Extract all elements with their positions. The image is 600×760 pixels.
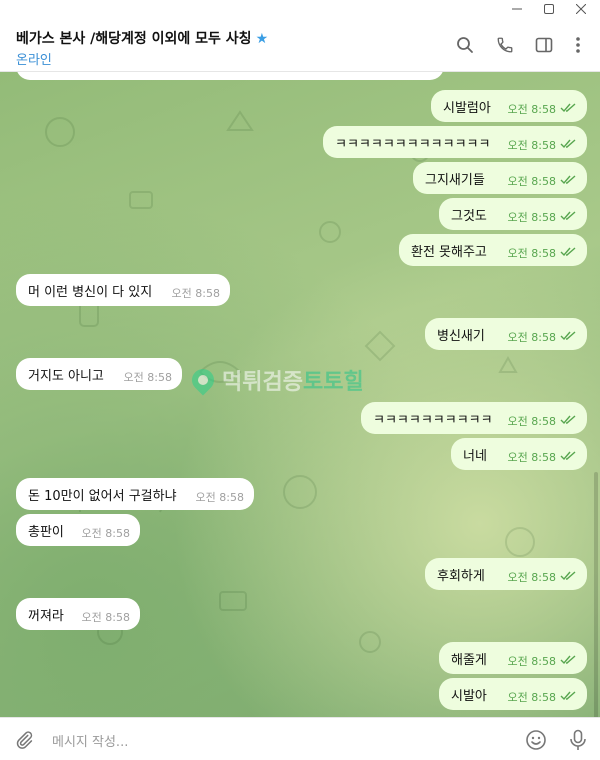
- outgoing-message[interactable]: 해줄게 오전 8:58: [439, 642, 587, 674]
- message-time: 오전 8:58: [123, 371, 172, 384]
- read-double-check-icon: [560, 414, 577, 429]
- message-text: 머 이런 병신이 다 있지: [28, 284, 153, 300]
- incoming-message[interactable]: 돈 10만이 없어서 구걸하냐 오전 8:58: [16, 478, 254, 510]
- more-menu-icon[interactable]: [567, 34, 589, 56]
- message-text: 거지도 아니고: [28, 368, 104, 384]
- outgoing-message[interactable]: 병신새기 오전 8:58: [425, 318, 587, 350]
- outgoing-message[interactable]: 환전 못해주고 오전 8:58: [399, 234, 587, 266]
- message-text: 그지새기들: [425, 172, 485, 188]
- maximize-icon[interactable]: [534, 0, 564, 18]
- message-time: 오전 8:58: [507, 211, 556, 224]
- microphone-icon[interactable]: [566, 728, 590, 752]
- message-composer: 메시지 작성...: [0, 717, 600, 760]
- chat-header: 베가스 본사 /해당계정 이외에 모두 사칭 ★ 온라인: [0, 18, 600, 72]
- message-time: 오전 8:58: [507, 691, 556, 704]
- read-double-check-icon: [560, 174, 577, 189]
- online-status: 온라인: [16, 53, 52, 68]
- message-text: 시발럼아: [443, 100, 491, 116]
- phone-icon[interactable]: [494, 34, 516, 56]
- message-list[interactable]: 시발럼아 오전 8:58 ㅋㅋㅋㅋㅋㅋㅋㅋㅋㅋㅋㅋㅋ 오전 8:58 그지새기들 오전 8…: [0, 72, 600, 717]
- attach-icon[interactable]: [12, 728, 36, 752]
- message-time: 오전 8:58: [507, 451, 556, 464]
- read-double-check-icon: [560, 450, 577, 465]
- incoming-message[interactable]: 거지도 아니고 오전 8:58: [16, 358, 182, 390]
- outgoing-message[interactable]: 후회하게 오전 8:58: [425, 558, 587, 590]
- message-text: 꺼져라: [28, 608, 64, 624]
- message-time: 오전 8:58: [507, 139, 556, 152]
- outgoing-message[interactable]: 시발아 오전 8:58: [439, 678, 587, 710]
- message-time: 오전 8:58: [507, 175, 556, 188]
- read-double-check-icon: [560, 138, 577, 153]
- outgoing-message[interactable]: 시발럼아 오전 8:58: [431, 90, 587, 122]
- outgoing-message[interactable]: 그지새기들 오전 8:58: [413, 162, 587, 194]
- message-text: 해줄게: [451, 652, 487, 668]
- message-time: 오전 8:58: [507, 571, 556, 584]
- incoming-message[interactable]: 총판이 오전 8:58: [16, 514, 140, 546]
- read-double-check-icon: [560, 570, 577, 585]
- window-titlebar: [0, 0, 600, 18]
- message-text: ㅋㅋㅋㅋㅋㅋㅋㅋㅋㅋ: [373, 412, 493, 428]
- search-icon[interactable]: [454, 34, 476, 56]
- message-text: 후회하게: [437, 568, 485, 584]
- message-text: 그것도: [451, 208, 487, 224]
- message-input[interactable]: 메시지 작성...: [52, 731, 128, 750]
- message-time: 오전 8:58: [507, 415, 556, 428]
- message-time: 오전 8:58: [195, 491, 244, 504]
- outgoing-message[interactable]: 그것도 오전 8:58: [439, 198, 587, 230]
- map-pin-icon: [187, 364, 219, 396]
- read-double-check-icon: [560, 690, 577, 705]
- chat-title-text: 베가스 본사 /해당계정 이외에 모두 사칭: [16, 31, 252, 47]
- message-text: 돈 10만이 없어서 구걸하냐: [28, 488, 177, 504]
- message-time: 오전 8:58: [507, 103, 556, 116]
- message-text: ㅋㅋㅋㅋㅋㅋㅋㅋㅋㅋㅋㅋㅋ: [335, 136, 491, 152]
- message-text: 시발아: [451, 688, 487, 704]
- message-time: 오전 8:58: [507, 247, 556, 260]
- message-time: 오전 8:58: [507, 655, 556, 668]
- message-time: 오전 8:58: [171, 287, 220, 300]
- sidebar-toggle-icon[interactable]: [533, 34, 555, 56]
- watermark-part2: 토토힐: [302, 370, 364, 395]
- chat-scrollbar[interactable]: [594, 472, 598, 717]
- read-double-check-icon: [560, 210, 577, 225]
- message-time: 오전 8:58: [81, 527, 130, 540]
- read-double-check-icon: [560, 330, 577, 345]
- chat-title[interactable]: 베가스 본사 /해당계정 이외에 모두 사칭 ★: [16, 28, 268, 48]
- read-double-check-icon: [560, 102, 577, 117]
- emoji-icon[interactable]: [524, 728, 548, 752]
- watermark-part1: 먹튀검증: [222, 370, 303, 395]
- verified-star-icon: ★: [255, 31, 269, 47]
- incoming-message[interactable]: 꺼져라 오전 8:58: [16, 598, 140, 630]
- message-time: 오전 8:58: [81, 611, 130, 624]
- message-time: 오전 8:58: [507, 331, 556, 344]
- close-icon[interactable]: [566, 0, 596, 18]
- message-text: 너네: [463, 448, 487, 464]
- read-double-check-icon: [560, 246, 577, 261]
- message-text: 환전 못해주고: [411, 244, 487, 260]
- message-bubble-partial: [16, 72, 444, 80]
- read-double-check-icon: [560, 654, 577, 669]
- message-text: 총판이: [28, 524, 64, 540]
- outgoing-message[interactable]: ㅋㅋㅋㅋㅋㅋㅋㅋㅋㅋ 오전 8:58: [361, 402, 587, 434]
- message-text: 병신새기: [437, 328, 485, 344]
- outgoing-message[interactable]: 너네 오전 8:58: [451, 438, 587, 470]
- outgoing-message[interactable]: ㅋㅋㅋㅋㅋㅋㅋㅋㅋㅋㅋㅋㅋ 오전 8:58: [323, 126, 587, 158]
- minimize-icon[interactable]: [502, 0, 532, 18]
- incoming-message[interactable]: 머 이런 병신이 다 있지 오전 8:58: [16, 274, 230, 306]
- watermark: 먹튀검증 토토힐: [187, 364, 364, 396]
